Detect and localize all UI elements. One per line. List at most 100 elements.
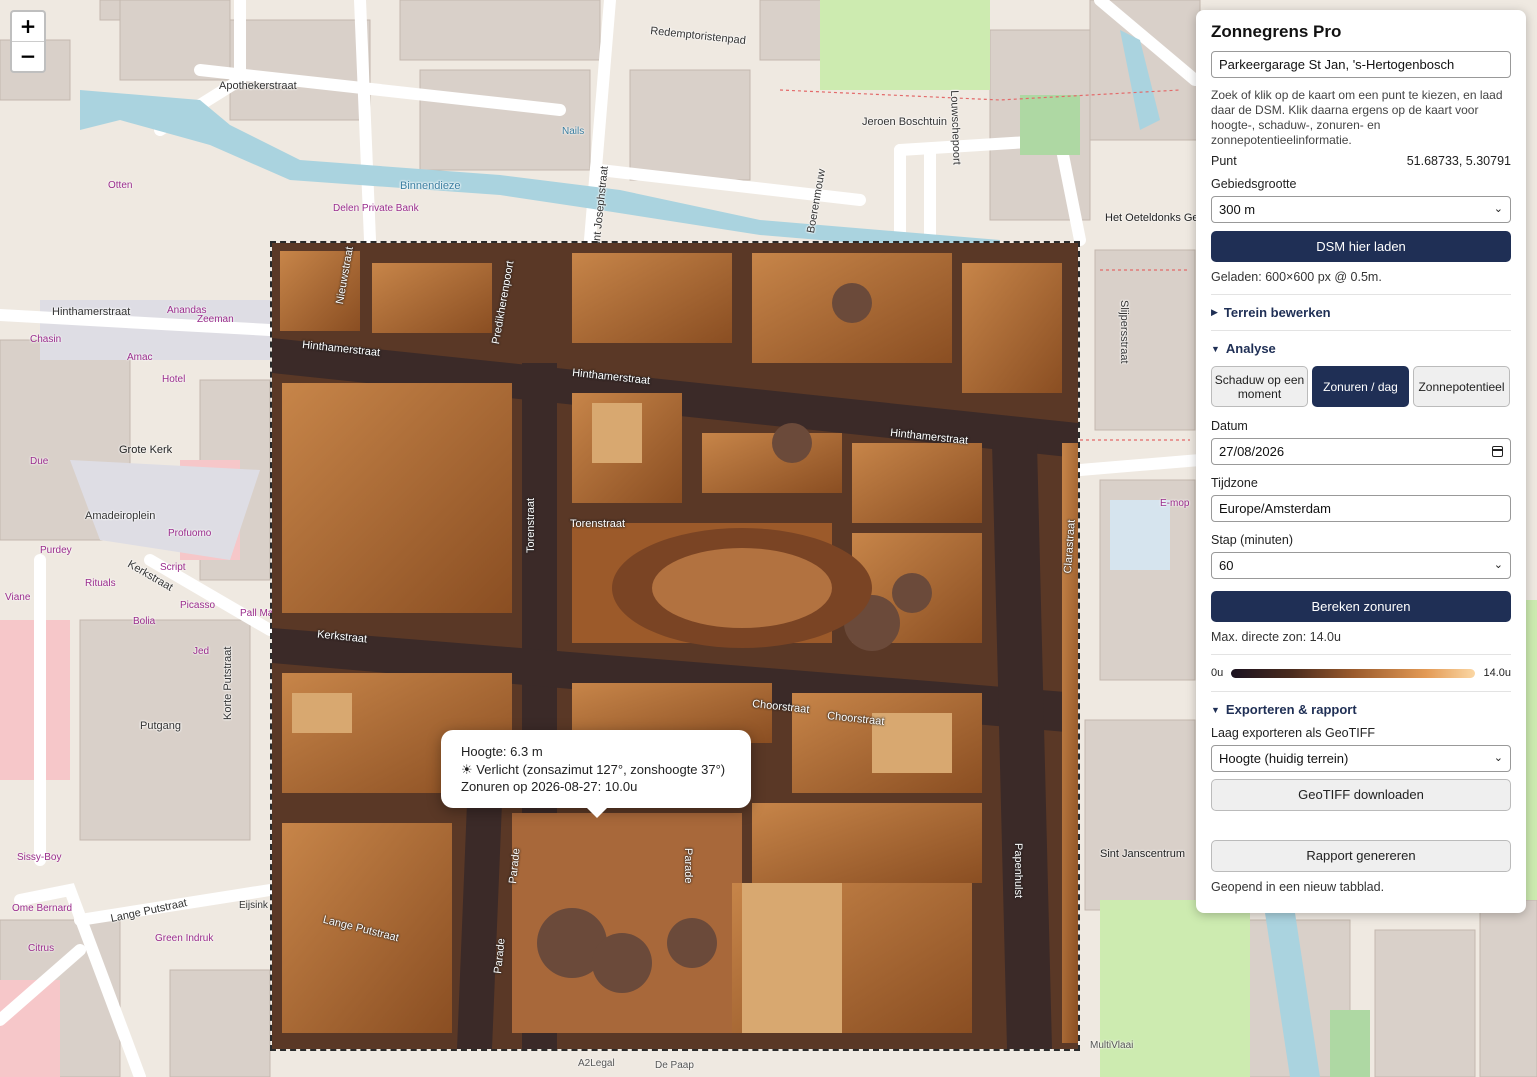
street-label: Slijpersstraat [1118,300,1130,364]
terrain-section-toggle[interactable]: ▶ Terrein bewerken [1211,305,1511,320]
step-label: Stap (minuten) [1211,533,1293,547]
timezone-label: Tijdzone [1211,476,1258,490]
poi-label: Jed [193,646,210,657]
dsm-raster [272,243,1078,1049]
analysis-tabs: Schaduw op een moment Zonuren / dag Zonn… [1211,366,1511,407]
color-legend: 0u 14.0u [1211,667,1511,679]
control-panel: Zonnegrens Pro Parkeergarage St Jan, 's-… [1196,10,1526,913]
generate-report-button[interactable]: Rapport genereren [1211,840,1511,872]
popup-sun-hours: Zonuren op 2026-08-27: 10.0u [461,779,638,794]
export-section-toggle[interactable]: ▼ Exporteren & rapport [1211,702,1511,717]
divider [1211,294,1511,295]
search-input-value: Parkeergarage St Jan, 's-Hertogenbosch [1219,57,1455,72]
street-label: Hinthamerstraat [52,306,131,318]
area-size-label: Gebiedsgrootte [1211,177,1297,191]
load-dsm-button[interactable]: DSM hier laden [1211,231,1511,262]
tab-shadow-moment[interactable]: Schaduw op een moment [1211,366,1308,407]
date-label: Datum [1211,419,1248,433]
popup-lit-status: ☀ Verlicht (zonsazimut 127°, zonshoogte … [461,761,726,777]
zoom-out-button[interactable]: − [12,41,44,71]
poi-label: Purdey [40,545,72,556]
chevron-down-icon: ⌄ [1493,559,1503,571]
step-value: 60 [1219,558,1234,573]
poi-label: Zeeman [197,314,234,325]
caret-down-icon: ▼ [1211,343,1220,354]
poi-label: Sissy-Boy [17,852,62,863]
chevron-down-icon: ⌄ [1493,203,1503,215]
zoom-control: + − [10,10,46,73]
point-row: Punt 51.68733, 5.30791 [1211,154,1511,168]
divider [1211,330,1511,331]
tab-solar-potential[interactable]: Zonnepotentieel [1413,366,1510,407]
poi-label: Chasin [30,334,62,345]
date-value: 27/08/2026 [1219,444,1285,459]
terrain-section-label: Terrein bewerken [1223,305,1331,320]
poi-label: Script [160,562,186,573]
poi-label: Sint Janscentrum [1100,848,1185,860]
export-section-label: Exporteren & rapport [1225,702,1357,717]
street-label: Apothekerstraat [219,80,297,92]
compute-sun-hours-button[interactable]: Bereken zonuren [1211,591,1511,622]
popup-tip [586,807,608,818]
divider [1211,691,1511,692]
legend-min: 0u [1211,667,1224,679]
street-label: Amadeiroplein [85,510,156,522]
instructions: Zoek of klik op de kaart om een punt te … [1211,88,1503,147]
tab-sun-hours[interactable]: Zonuren / dag [1312,366,1409,407]
poi-label: Picasso [180,600,216,611]
zoom-in-button[interactable]: + [12,12,44,41]
timezone-value: Europe/Amsterdam [1219,501,1331,516]
street-label: Jeroen Boschtuin [862,116,947,128]
max-sun-hours: Max. directe zon: 14.0u [1211,630,1341,644]
poi-label: Viane [5,592,31,603]
app-title: Zonnegrens Pro [1211,22,1342,41]
date-input[interactable]: 27/08/2026 [1211,438,1511,465]
timezone-input[interactable]: Europe/Amsterdam [1211,495,1511,522]
poi-label: Citrus [28,943,55,954]
area-size-select[interactable]: 300 m ⌄ [1211,196,1511,223]
poi-label: Green Indruk [155,933,214,944]
dsm-street-label: Torenstraat [525,497,537,553]
caret-down-icon: ▼ [1211,704,1220,715]
dsm-street-label: Papenhulst [1012,843,1024,899]
poi-label: Hotel [162,374,186,385]
analysis-section-toggle[interactable]: ▼ Analyse [1211,341,1511,356]
poi-label: De Paap [655,1060,694,1071]
analysis-section-label: Analyse [1225,341,1276,356]
export-layer-value: Hoogte (huidig terrein) [1219,751,1349,766]
legend-color-ramp [1231,668,1476,678]
loaded-status: Geladen: 600×600 px @ 0.5m. [1211,270,1382,284]
street-label: Louwschepoort [948,90,963,165]
export-layer-label: Laag exporteren als GeoTIFF [1211,726,1375,740]
poi-label: Otten [108,180,133,191]
export-layer-select[interactable]: Hoogte (huidig terrein) ⌄ [1211,745,1511,772]
dsm-street-label: Torenstraat [570,518,626,530]
search-input[interactable]: Parkeergarage St Jan, 's-Hertogenbosch [1211,51,1511,78]
poi-label: Bolia [133,616,156,627]
dsm-sun-hours-overlay[interactable]: Hinthamerstraat Hinthamerstraat Hinthame… [270,241,1080,1051]
poi-label: Rituals [85,578,116,589]
legend-max: 14.0u [1483,667,1511,679]
dsm-street-label: Parade [682,848,694,884]
poi-label: MultiVlaai [1090,1040,1134,1051]
area-size-value: 300 m [1219,202,1256,217]
info-popup: Hoogte: 6.3 m ☀ Verlicht (zonsazimut 127… [441,730,751,818]
point-label: Punt [1211,154,1237,168]
poi-label: E-mop [1160,498,1190,509]
point-value: 51.68733, 5.30791 [1406,154,1511,168]
street-label: Putgang [140,720,181,732]
popup-height: Hoogte: 6.3 m [461,744,543,759]
poi-label: Nails [562,126,585,137]
street-label: Binnendieze [400,180,461,192]
report-note: Geopend in een nieuw tabblad. [1211,880,1385,894]
poi-label: Due [30,456,49,467]
calendar-icon[interactable] [1492,446,1503,457]
poi-label: A2Legal [578,1058,615,1069]
step-select[interactable]: 60 ⌄ [1211,552,1511,579]
caret-right-icon: ▶ [1211,307,1218,317]
street-label: Korte Putstraat [222,646,234,720]
chevron-down-icon: ⌄ [1493,752,1503,764]
poi-label: Grote Kerk [119,444,173,456]
geotiff-download-button[interactable]: GeoTIFF downloaden [1211,779,1511,811]
divider [1211,654,1511,655]
